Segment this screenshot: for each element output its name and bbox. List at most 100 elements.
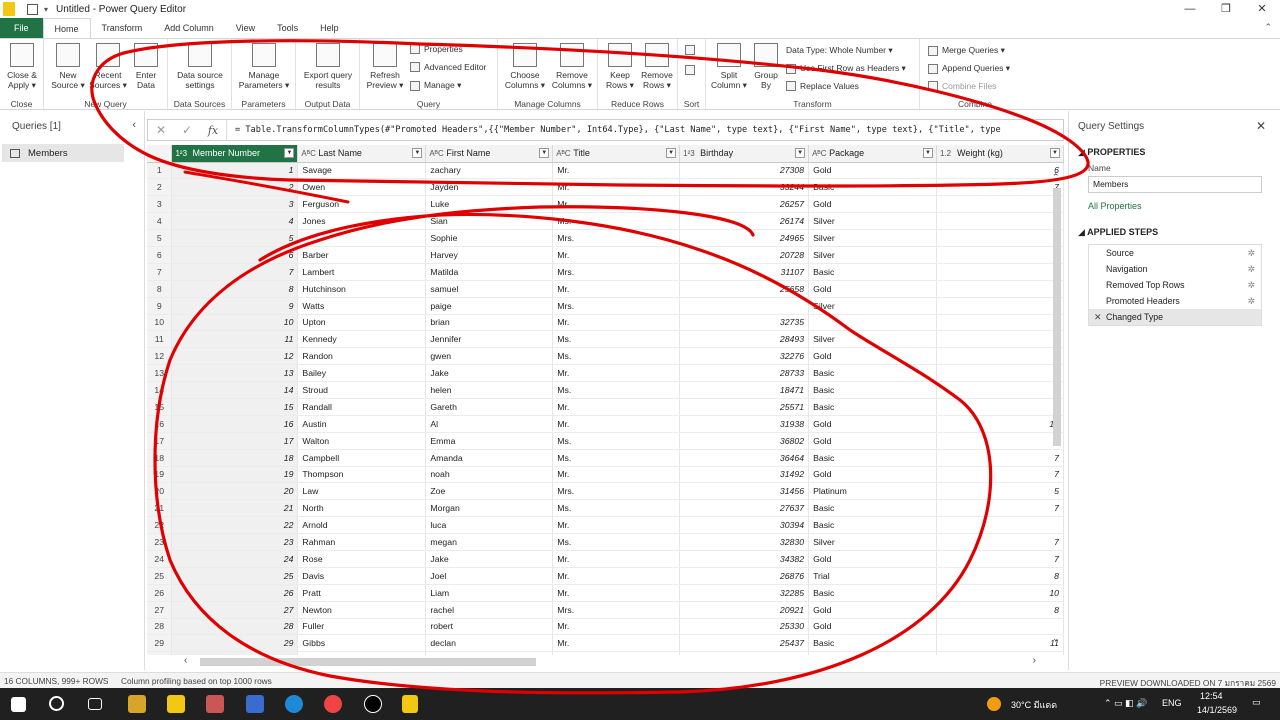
table-cell[interactable]: 25658 — [679, 280, 810, 298]
app-icon-3[interactable] — [364, 695, 382, 713]
step-removed-top-rows[interactable]: Removed Top Rows ✲ — [1089, 277, 1261, 293]
merge-queries-button[interactable]: Merge Queries ▾ — [928, 45, 1005, 56]
table-cell[interactable]: Ms. — [552, 212, 681, 231]
gear-icon[interactable]: ✲ — [1247, 245, 1255, 261]
table-cell[interactable]: 27637 — [679, 499, 810, 518]
table-cell[interactable]: 25571 — [679, 398, 810, 416]
filter-dropdown-icon[interactable]: ▼ — [284, 148, 295, 158]
advanced-editor-button[interactable]: Advanced Editor — [410, 62, 486, 72]
column-profiling-status[interactable]: Column profiling based on top 1000 rows — [121, 676, 272, 686]
table-cell[interactable]: Stroud — [297, 381, 427, 399]
filter-dropdown-icon[interactable]: ▼ — [922, 148, 933, 158]
group-by-button[interactable]: Group By — [750, 43, 782, 90]
tab-transform[interactable]: Transform — [91, 18, 154, 38]
table-cell[interactable]: Mr. — [552, 466, 681, 484]
table-cell[interactable]: Mr. — [552, 584, 681, 602]
edge-browser-icon[interactable] — [285, 695, 303, 713]
table-cell[interactable]: Mr. — [552, 178, 681, 197]
table-cell[interactable] — [808, 314, 937, 332]
table-cell[interactable]: 31938 — [679, 415, 810, 433]
table-cell[interactable]: 36464 — [679, 449, 810, 467]
table-cell[interactable]: Ms. — [552, 330, 681, 349]
table-cell[interactable]: Basic — [808, 499, 937, 518]
table-row[interactable]: 33FergusonLukeMr.26257Gold7 — [147, 195, 1064, 214]
table-cell[interactable]: 7 — [936, 195, 1064, 214]
table-cell[interactable]: Basic — [808, 364, 937, 383]
table-cell[interactable]: 7 — [936, 330, 1064, 349]
remove-columns-button[interactable]: Remove Columns ▾ — [550, 43, 594, 90]
vertical-scrollbar[interactable]: ⌃ ⌄ — [1052, 172, 1062, 643]
table-row[interactable]: 1515RandallGarethMr.25571Basic9 — [147, 398, 1064, 416]
table-cell[interactable]: luca — [425, 516, 554, 535]
table-cell[interactable]: 5 — [171, 229, 299, 247]
ribbon-collapse-icon[interactable]: ⌃ — [1264, 22, 1272, 33]
table-cell[interactable]: 29 — [171, 634, 299, 653]
table-cell[interactable]: Amanda — [425, 449, 554, 467]
data-source-settings-button[interactable]: Data source settings — [172, 43, 228, 90]
table-cell[interactable]: 5 — [936, 381, 1064, 399]
notifications-icon[interactable]: ▭ — [1252, 697, 1261, 708]
table-cell[interactable]: Davis — [297, 567, 427, 585]
column-header-title[interactable]: AᴮC Title ▼ — [552, 145, 681, 163]
table-cell[interactable]: Mr. — [552, 516, 681, 535]
table-cell[interactable]: Mr. — [552, 618, 681, 636]
table-cell[interactable]: Silver — [808, 330, 937, 349]
table-cell[interactable]: Mr. — [552, 415, 681, 433]
table-cell[interactable]: 6 — [936, 364, 1064, 383]
table-cell[interactable]: 27 — [171, 601, 299, 619]
remove-rows-button[interactable]: Remove Rows ▾ — [638, 43, 676, 90]
table-cell[interactable]: Arnold — [297, 516, 427, 535]
table-cell[interactable] — [936, 516, 1064, 535]
table-cell[interactable]: Mrs. — [552, 297, 681, 315]
table-cell[interactable]: Mr. — [552, 280, 681, 298]
table-cell[interactable]: Trial — [808, 567, 937, 585]
table-cell[interactable]: Hutchinson — [297, 280, 427, 298]
table-cell[interactable]: 20728 — [679, 246, 810, 264]
table-row[interactable]: 22 22 Arnold luca Mr. 30394 Basic — [147, 516, 1064, 535]
sort-descending-button[interactable] — [685, 65, 699, 75]
table-cell[interactable]: Ms. — [552, 381, 681, 399]
table-cell[interactable]: Morgan — [425, 499, 554, 518]
all-properties-link[interactable]: All Properties — [1088, 201, 1142, 211]
table-cell[interactable]: Liam — [425, 584, 554, 602]
manage-parameters-button[interactable]: Manage Parameters ▾ — [236, 43, 292, 90]
table-cell[interactable]: Basic — [808, 516, 937, 535]
table-cell[interactable]: zachary — [425, 162, 554, 180]
table-cell[interactable]: Newton — [297, 601, 427, 619]
table-cell[interactable]: Upton — [297, 314, 427, 332]
table-cell[interactable]: Silver — [808, 229, 937, 247]
table-cell[interactable]: Fuller — [297, 618, 427, 636]
column-type-icon[interactable]: AᴮC — [301, 149, 315, 158]
column-type-icon[interactable]: AᴮC — [812, 149, 826, 158]
table-cell[interactable]: Gold — [808, 280, 937, 298]
table-cell[interactable]: 28 — [171, 618, 299, 636]
table-cell[interactable]: 32285 — [679, 584, 810, 602]
table-cell[interactable] — [679, 297, 810, 315]
camera-app-icon[interactable] — [246, 695, 264, 713]
tab-file[interactable]: File — [0, 18, 43, 38]
table-cell[interactable]: 14 — [171, 381, 299, 399]
save-icon[interactable] — [27, 3, 38, 15]
language-indicator[interactable]: ENG — [1162, 698, 1182, 708]
data-type-dropdown[interactable]: Data Type: Whole Number ▾ — [786, 45, 893, 56]
table-cell[interactable]: 11 — [171, 330, 299, 349]
table-cell[interactable]: 26876 — [679, 567, 810, 585]
table-cell[interactable]: 4 — [171, 212, 299, 231]
table-cell[interactable]: 23 — [171, 533, 299, 551]
table-cell[interactable]: 30394 — [679, 516, 810, 535]
table-cell[interactable]: Basic — [808, 584, 937, 602]
scroll-right-icon[interactable]: › — [1033, 655, 1036, 666]
table-cell[interactable] — [552, 651, 681, 655]
column-type-icon[interactable]: AᴮC — [429, 149, 443, 158]
tab-add-column[interactable]: Add Column — [153, 18, 225, 38]
properties-button[interactable]: Properties — [410, 44, 463, 54]
table-cell[interactable]: 13 — [171, 364, 299, 383]
table-cell[interactable] — [171, 651, 299, 655]
table-cell[interactable]: 16 — [171, 415, 299, 433]
table-cell[interactable]: Savage — [297, 162, 427, 180]
table-cell[interactable]: Basic — [808, 178, 937, 197]
table-cell[interactable]: Kennedy — [297, 330, 427, 349]
table-cell[interactable]: gwen — [425, 347, 554, 366]
table-cell[interactable]: 11 — [936, 634, 1064, 653]
table-cell[interactable]: Gold — [808, 347, 937, 366]
